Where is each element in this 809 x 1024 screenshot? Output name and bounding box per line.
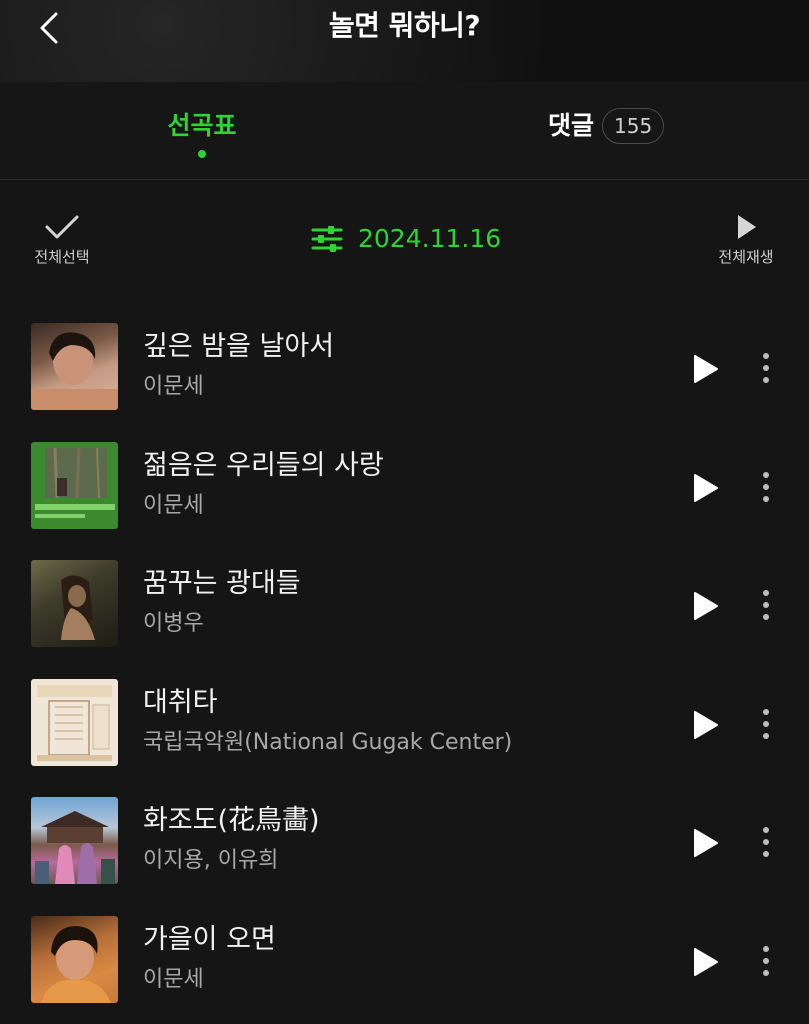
play-song-button[interactable] — [684, 705, 724, 745]
album-art-image — [41, 925, 111, 1003]
album-art[interactable] — [31, 915, 118, 1003]
album-art[interactable] — [31, 678, 118, 766]
play-song-button[interactable] — [684, 349, 724, 389]
date-filter-button[interactable]: 2024.11.16 — [310, 219, 501, 259]
list-item[interactable]: 화조도(花鳥畵) 이지용, 이유희 — [0, 781, 809, 900]
album-art-image — [31, 332, 118, 410]
check-icon — [45, 215, 79, 239]
more-vertical-icon — [752, 353, 780, 383]
more-options-button[interactable] — [752, 586, 780, 626]
active-tab-indicator — [198, 150, 206, 158]
tab-bar: 선곡표 댓글 155 — [0, 82, 809, 180]
playlist-toolbar: 전체선택 2024.11.16 전체재생 — [0, 181, 809, 291]
page-title: 놀면 뭐하니? — [328, 9, 481, 42]
song-artist: 이지용, 이유희 — [143, 848, 279, 873]
album-art-image — [35, 447, 115, 518]
more-options-button[interactable] — [752, 349, 780, 389]
song-list: 깊은 밤을 날아서 이문세 젊음은 우리들의 사랑 이문세 꿈꾸는 광대들 이병… — [0, 307, 809, 1018]
album-art-image — [37, 684, 112, 761]
album-art[interactable] — [31, 323, 118, 410]
album-art[interactable] — [31, 797, 118, 884]
select-all-label: 전체선택 — [34, 248, 90, 266]
song-artist: 이병우 — [143, 611, 204, 636]
play-all-label: 전체재생 — [718, 248, 774, 266]
album-art[interactable] — [31, 560, 118, 647]
play-icon — [694, 947, 718, 976]
more-vertical-icon — [752, 945, 780, 976]
play-song-button[interactable] — [684, 823, 724, 863]
more-options-button[interactable] — [752, 942, 780, 982]
album-art-image — [61, 575, 95, 640]
play-icon — [738, 215, 756, 239]
more-options-button[interactable] — [752, 823, 780, 863]
song-artist: 국립국악원(National Gugak Center) — [143, 729, 513, 755]
more-vertical-icon — [752, 827, 780, 857]
list-item[interactable]: 가을이 오면 이문세 — [0, 900, 809, 1019]
more-vertical-icon — [752, 708, 780, 739]
play-icon — [694, 710, 718, 739]
album-art[interactable] — [31, 441, 118, 529]
play-icon — [694, 829, 718, 857]
play-icon — [694, 592, 718, 620]
tab-playlist[interactable]: 선곡표 — [150, 108, 254, 158]
song-title: 꿈꾸는 광대들 — [143, 568, 301, 599]
play-all-button[interactable]: 전체재생 — [708, 211, 784, 267]
more-options-button[interactable] — [752, 705, 780, 745]
album-art-image — [35, 811, 115, 884]
playlist-date: 2024.11.16 — [358, 224, 502, 253]
tab-comments-label: 댓글 — [548, 111, 595, 140]
tab-playlist-label: 선곡표 — [167, 111, 237, 140]
list-item[interactable]: 대취타 국립국악원(National Gugak Center) — [0, 663, 809, 782]
song-artist: 이문세 — [143, 966, 204, 992]
play-song-button[interactable] — [684, 942, 724, 982]
more-vertical-icon — [752, 590, 780, 620]
song-title: 가을이 오면 — [143, 923, 276, 955]
list-item[interactable]: 젊음은 우리들의 사랑 이문세 — [0, 426, 809, 545]
sliders-icon — [311, 226, 343, 252]
more-options-button[interactable] — [752, 468, 780, 508]
play-song-button[interactable] — [684, 468, 724, 508]
play-icon — [694, 355, 718, 383]
more-vertical-icon — [752, 471, 780, 502]
comment-count-badge: 155 — [602, 108, 665, 144]
play-icon — [694, 473, 718, 502]
select-all-button[interactable]: 전체선택 — [26, 211, 98, 267]
song-title: 젊음은 우리들의 사랑 — [143, 449, 384, 481]
app-header: 놀면 뭐하니? — [0, 0, 809, 82]
song-title: 깊은 밤을 날아서 — [143, 331, 335, 362]
song-artist: 이문세 — [143, 492, 204, 518]
list-item[interactable]: 꿈꾸는 광대들 이병우 — [0, 544, 809, 663]
play-song-button[interactable] — [684, 586, 724, 626]
list-item[interactable]: 깊은 밤을 날아서 이문세 — [0, 307, 809, 426]
song-artist: 이문세 — [143, 374, 204, 399]
song-title: 대취타 — [143, 686, 218, 718]
tab-comments[interactable]: 댓글 155 — [548, 108, 678, 144]
song-title: 화조도(花鳥畵) — [143, 805, 320, 836]
